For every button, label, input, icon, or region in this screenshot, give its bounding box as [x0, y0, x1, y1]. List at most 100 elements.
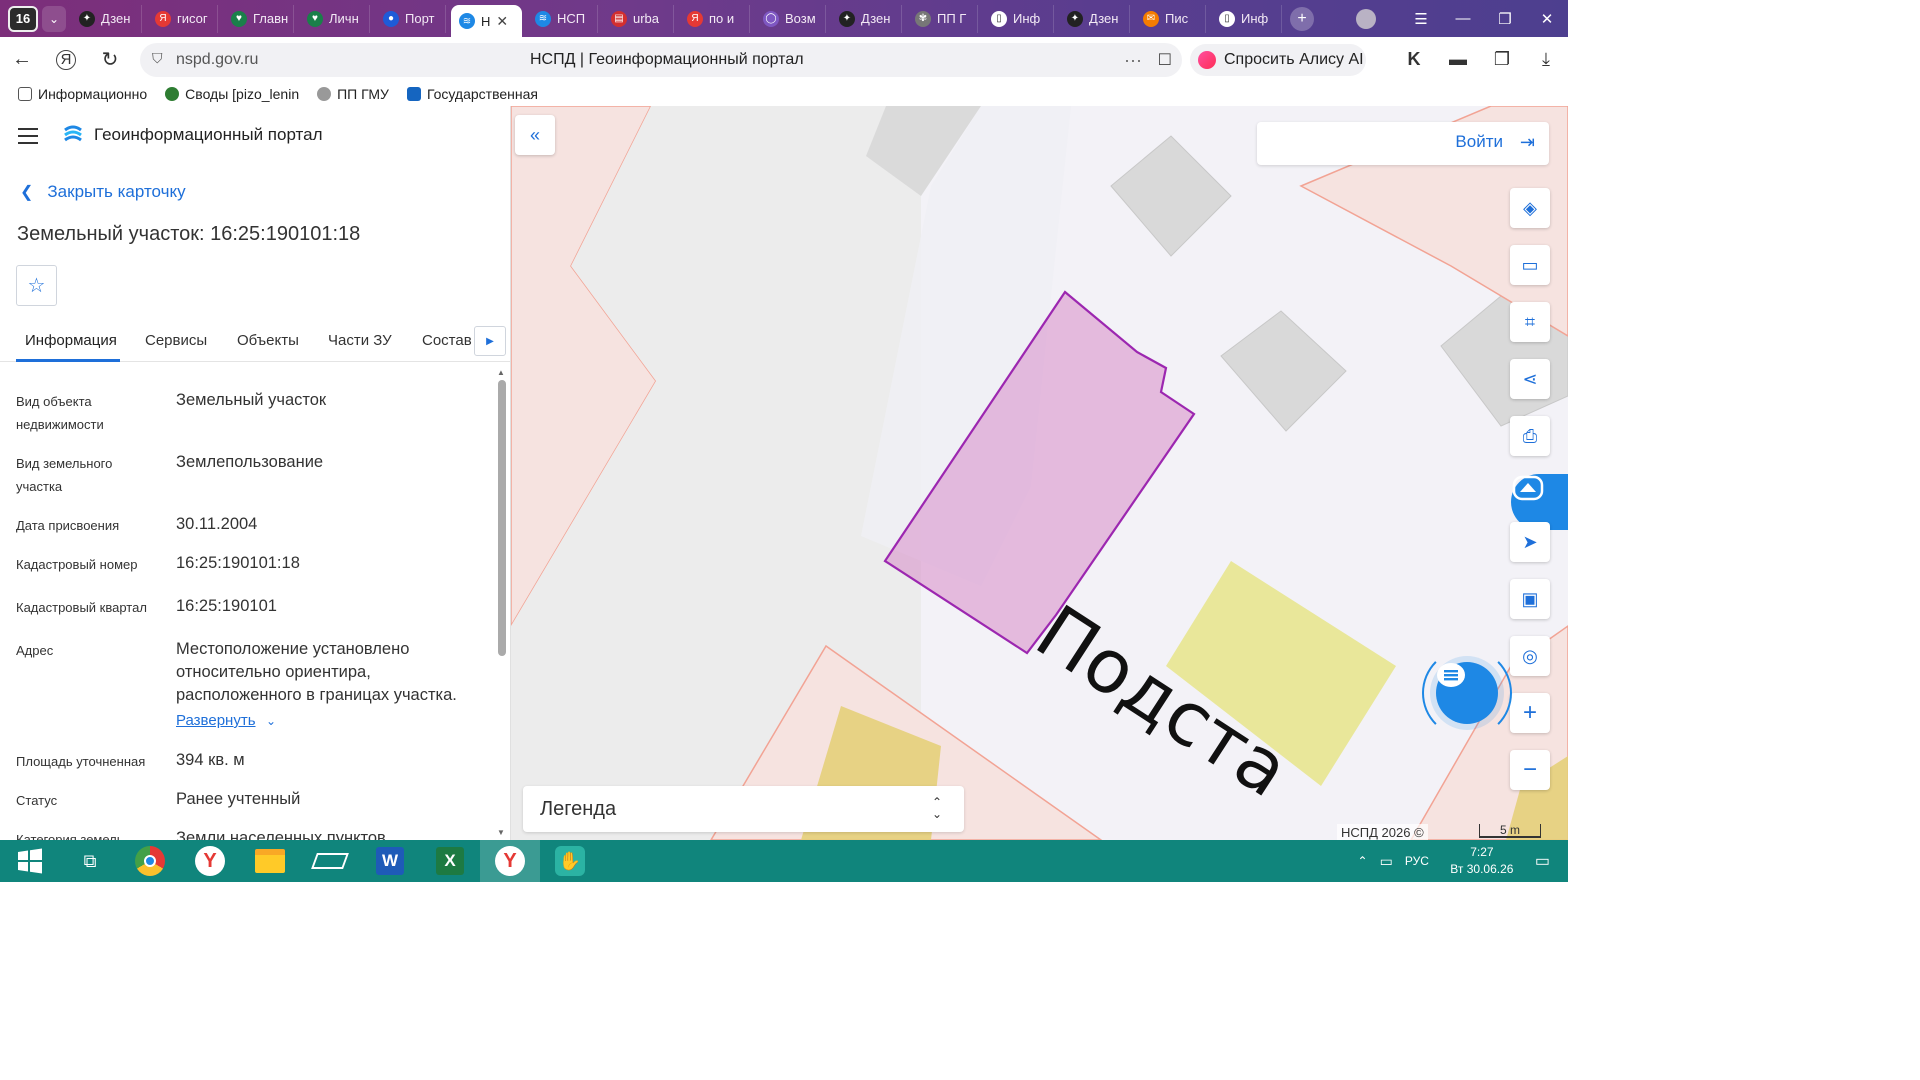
profile-avatar[interactable]: [1356, 8, 1376, 29]
expand-link[interactable]: Развернуть ⌄: [176, 712, 276, 730]
excel-app[interactable]: X: [420, 840, 480, 882]
network-icon[interactable]: ▭: [1380, 853, 1393, 870]
scrollbar-thumb[interactable]: [498, 380, 506, 656]
yandex-browser-active-app[interactable]: Y: [480, 840, 540, 882]
file-explorer-app[interactable]: [240, 840, 300, 882]
property-key: Вид объекта недвижимости: [16, 394, 104, 432]
ask-alice-button[interactable]: Спросить Алису AI: [1190, 44, 1366, 76]
chrome-app[interactable]: [120, 840, 180, 882]
login-label: Войти: [1455, 132, 1503, 151]
locate-button[interactable]: ◎: [1510, 636, 1550, 676]
tab-composition[interactable]: Состав: [422, 332, 472, 349]
collapse-panel-button[interactable]: «: [515, 115, 555, 155]
panel-scrollbar[interactable]: ▲ ▼: [497, 368, 507, 838]
tab-services[interactable]: Сервисы: [145, 332, 207, 349]
tab-label: по и: [709, 11, 735, 26]
paw-app[interactable]: ✋: [540, 840, 600, 882]
close-card-link[interactable]: ❮ Закрыть карточку: [20, 182, 186, 202]
triangle-right-icon: ▶: [486, 335, 494, 347]
tab-list-dropdown-icon[interactable]: ⌄: [42, 5, 66, 32]
ruler-button[interactable]: ▭: [1510, 245, 1550, 285]
bookmark-item[interactable]: Государственная: [406, 86, 538, 102]
tab-favicon-icon: ♥: [231, 10, 247, 27]
zoom-in-button[interactable]: +: [1510, 693, 1550, 733]
yandex-browser-app[interactable]: Y: [180, 840, 240, 882]
notifications-icon[interactable]: ▭: [1535, 851, 1550, 871]
word-app[interactable]: W: [360, 840, 420, 882]
map-canvas[interactable]: Подста « Войти ⇥ ◈ ▭ ⌗ ⋖ ⎙ ➤ ▣ ◎ + − Лег…: [511, 106, 1568, 840]
browser-tab[interactable]: ✾ ПП Г: [907, 4, 978, 33]
browser-tab[interactable]: ▤ urba: [603, 4, 674, 33]
tab-favicon-icon: ◯: [763, 10, 779, 27]
hat-icon[interactable]: ▬: [1436, 49, 1480, 70]
new-tab-button[interactable]: +: [1290, 6, 1314, 31]
property-value: 30.11.2004: [176, 515, 258, 533]
navigate-button[interactable]: ➤: [1510, 522, 1550, 562]
legend-panel[interactable]: Легенда ⌃ ⌄: [523, 786, 964, 832]
tab-label: Порт: [405, 11, 435, 26]
tab-parts[interactable]: Части ЗУ: [328, 332, 392, 349]
property-key: Площадь уточненная: [16, 754, 146, 769]
more-dots-icon[interactable]: ···: [1124, 50, 1142, 71]
browser-tab[interactable]: ✦ Дзен: [1059, 4, 1130, 33]
browser-tab[interactable]: ▯ Инф: [1211, 4, 1282, 33]
favorite-star-button[interactable]: ☆: [16, 265, 57, 306]
browser-tab[interactable]: ● Порт: [375, 4, 446, 33]
browser-tab[interactable]: Япо и: [679, 4, 750, 33]
close-tab-icon[interactable]: ✕: [496, 13, 508, 30]
bookmark-item[interactable]: ПП ГМУ: [317, 86, 389, 102]
share-button[interactable]: ⋖: [1510, 359, 1550, 399]
area-search-button[interactable]: ⌗: [1510, 302, 1550, 342]
print-button[interactable]: ⎙: [1510, 416, 1550, 456]
browser-tab[interactable]: ♥ Главн: [223, 4, 294, 33]
start-button[interactable]: [0, 840, 60, 882]
maximize-button[interactable]: ❐: [1484, 10, 1526, 28]
hamburger-menu-icon[interactable]: [18, 128, 38, 149]
reload-button[interactable]: ↻: [88, 47, 132, 72]
browser-tab[interactable]: ♥ Личн: [299, 4, 370, 33]
browser-tab[interactable]: ◯ Возм: [755, 4, 826, 33]
back-button[interactable]: ←: [0, 48, 44, 71]
login-button[interactable]: Войти ⇥: [1257, 122, 1549, 165]
tab-favicon-icon: Я: [155, 10, 171, 27]
minimap-button[interactable]: ▣: [1510, 579, 1550, 619]
browser-tab[interactable]: ✦ Дзен: [831, 4, 902, 33]
clock[interactable]: 7:27 Вт 30.06.26: [1447, 844, 1517, 878]
scanner-app[interactable]: [300, 840, 360, 882]
browser-tab[interactable]: ≋ Н ✕: [451, 5, 522, 37]
collections-icon[interactable]: ❐: [1480, 49, 1524, 70]
scroll-up-icon[interactable]: ▲: [497, 368, 505, 377]
close-window-button[interactable]: ✕: [1526, 10, 1568, 28]
layers-button[interactable]: ◈: [1510, 188, 1550, 228]
browser-tab[interactable]: ✉ Пис: [1135, 4, 1206, 33]
tab-count-badge[interactable]: 16: [8, 5, 38, 32]
minimize-button[interactable]: —: [1442, 10, 1484, 27]
site-info-icon[interactable]: ⛉: [152, 50, 163, 67]
tab-objects[interactable]: Объекты: [237, 332, 299, 349]
tabs-next-button[interactable]: ▶: [474, 326, 506, 356]
bookmark-item[interactable]: Своды [pizo_lenin: [165, 86, 299, 102]
card-tabs: Информация Сервисы Объекты Части ЗУ Сост…: [0, 326, 510, 362]
alice-icon: [1198, 51, 1216, 69]
menu-icon[interactable]: ☰: [1400, 10, 1442, 28]
tab-favicon-icon: ▤: [611, 10, 627, 27]
browser-tab[interactable]: ▯ Инф: [983, 4, 1054, 33]
bookmark-item[interactable]: Информационно: [18, 86, 147, 102]
yandex-home-icon[interactable]: Я: [56, 49, 76, 70]
chat-button[interactable]: [1436, 662, 1498, 724]
tab-information[interactable]: Информация: [25, 332, 117, 349]
url-field[interactable]: ⛉ nspd.gov.ru НСПД | Геоинформационный п…: [140, 43, 1182, 77]
browser-tab[interactable]: ≋ НСП: [527, 4, 598, 33]
zoom-out-button[interactable]: −: [1510, 750, 1550, 790]
task-view-icon: ⧉: [83, 850, 97, 871]
scale-bar: 5 m: [1479, 824, 1541, 838]
browser-tab[interactable]: ✦ Дзен: [71, 4, 142, 33]
scroll-down-icon[interactable]: ▼: [497, 828, 505, 837]
input-language[interactable]: РУС: [1405, 854, 1429, 868]
bookmark-icon[interactable]: ☐: [1158, 50, 1172, 70]
extension-icon[interactable]: K: [1392, 49, 1436, 70]
tray-chevron-icon[interactable]: ⌃: [1358, 854, 1368, 868]
browser-tab[interactable]: Ягисог: [147, 4, 218, 33]
download-icon[interactable]: ⤓: [1524, 49, 1568, 70]
task-view-button[interactable]: ⧉: [60, 840, 120, 882]
